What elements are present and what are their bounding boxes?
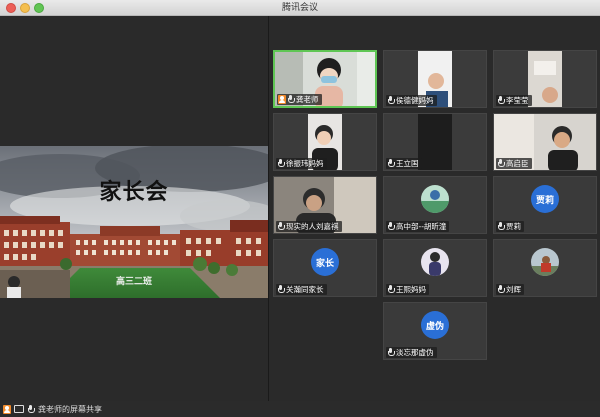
host-icon [3,405,11,414]
mic-icon [387,222,395,231]
mic-icon [387,96,395,105]
participant-tile[interactable]: 王立国 [383,113,487,171]
avatar: 家长 [311,248,339,276]
participant-name: 贾莉 [506,222,521,231]
participant-name-bar: 李莹莹 [496,95,532,106]
mic-icon [497,222,505,231]
participant-name-bar: 龚老师 [277,94,322,105]
mic-icon [277,222,285,231]
shared-slide: 家长会 高三二班 [0,146,268,298]
participant-name-bar: 淡忘那虚伪 [386,347,437,358]
participant-name: 现实的人刘嘉祺 [286,222,339,231]
mic-icon [277,285,285,294]
mic-icon [27,405,35,414]
window-title: 腾讯会议 [281,3,318,13]
participant-name-bar: 王熙妈妈 [386,284,429,295]
avatar-image [421,185,449,213]
participant-tile[interactable]: 高启臣 [493,113,597,171]
participant-name: 高启臣 [506,159,529,168]
avatar-image [421,248,449,276]
screen-share-area: 家长会 高三二班 龚老师的屏幕共享 [0,16,268,414]
participant-name-bar: 王立国 [386,158,422,169]
participant-tile[interactable]: 龚老师 [273,50,377,108]
mic-icon [287,95,295,104]
mic-icon [387,159,395,168]
mic-icon [387,348,395,357]
participant-tile[interactable]: 家长 关瀚同家长 [273,239,377,297]
participant-tile[interactable]: 王熙妈妈 [383,239,487,297]
meeting-window: 腾讯会议 家长会 高三二班 龚老师的屏幕共享 龚老师 侯德健妈妈 李莹莹 徐振玮… [0,0,600,414]
participant-name: 刘辉 [506,285,521,294]
screen-share-icon [14,405,24,413]
share-status-bar: 龚老师的屏幕共享 [0,402,268,417]
avatar [531,248,559,276]
participant-grid: 龚老师 侯德健妈妈 李莹莹 徐振玮妈妈 王立国 高启臣 现实的人刘嘉祺 高中部-… [269,16,600,401]
mic-icon [387,285,395,294]
participant-name: 龚老师 [296,95,319,104]
participant-tile[interactable]: 李莹莹 [493,50,597,108]
participant-name: 高中部--胡昕潼 [396,222,447,231]
title-bar: 腾讯会议 [0,0,600,16]
share-status-label: 龚老师的屏幕共享 [38,405,102,414]
slide-title: 家长会 [99,179,169,205]
participant-tile[interactable]: 侯德健妈妈 [383,50,487,108]
participant-name: 徐振玮妈妈 [286,159,324,168]
mic-icon [497,96,505,105]
participant-name: 王熙妈妈 [396,285,426,294]
participant-tile[interactable]: 徐振玮妈妈 [273,113,377,171]
participant-name: 侯德健妈妈 [396,96,434,105]
host-icon [278,95,286,104]
mic-icon [497,159,505,168]
avatar [421,185,449,213]
participant-tile[interactable]: 刘辉 [493,239,597,297]
participant-name: 李莹莹 [506,96,529,105]
slide-subtitle: 高三二班 [115,277,152,287]
avatar: 虚伪 [421,311,449,339]
participant-tile[interactable]: 高中部--胡昕潼 [383,176,487,234]
mic-icon [277,159,285,168]
mic-icon [497,285,505,294]
participant-tile[interactable]: 贾莉 贾莉 [493,176,597,234]
avatar [421,248,449,276]
participant-name: 王立国 [396,159,419,168]
participant-name-bar: 侯德健妈妈 [386,95,437,106]
participant-name-bar: 关瀚同家长 [276,284,327,295]
participant-name-bar: 刘辉 [496,284,524,295]
participant-tile[interactable]: 虚伪 淡忘那虚伪 [383,302,487,360]
participant-tile[interactable]: 现实的人刘嘉祺 [273,176,377,234]
participant-name-bar: 现实的人刘嘉祺 [276,221,342,232]
avatar-image [531,248,559,276]
participant-name: 淡忘那虚伪 [396,348,434,357]
avatar: 贾莉 [531,185,559,213]
participant-name: 关瀚同家长 [286,285,324,294]
participant-name-bar: 贾莉 [496,221,524,232]
participant-name-bar: 高启臣 [496,158,532,169]
participant-name-bar: 高中部--胡昕潼 [386,221,450,232]
participant-name-bar: 徐振玮妈妈 [276,158,327,169]
